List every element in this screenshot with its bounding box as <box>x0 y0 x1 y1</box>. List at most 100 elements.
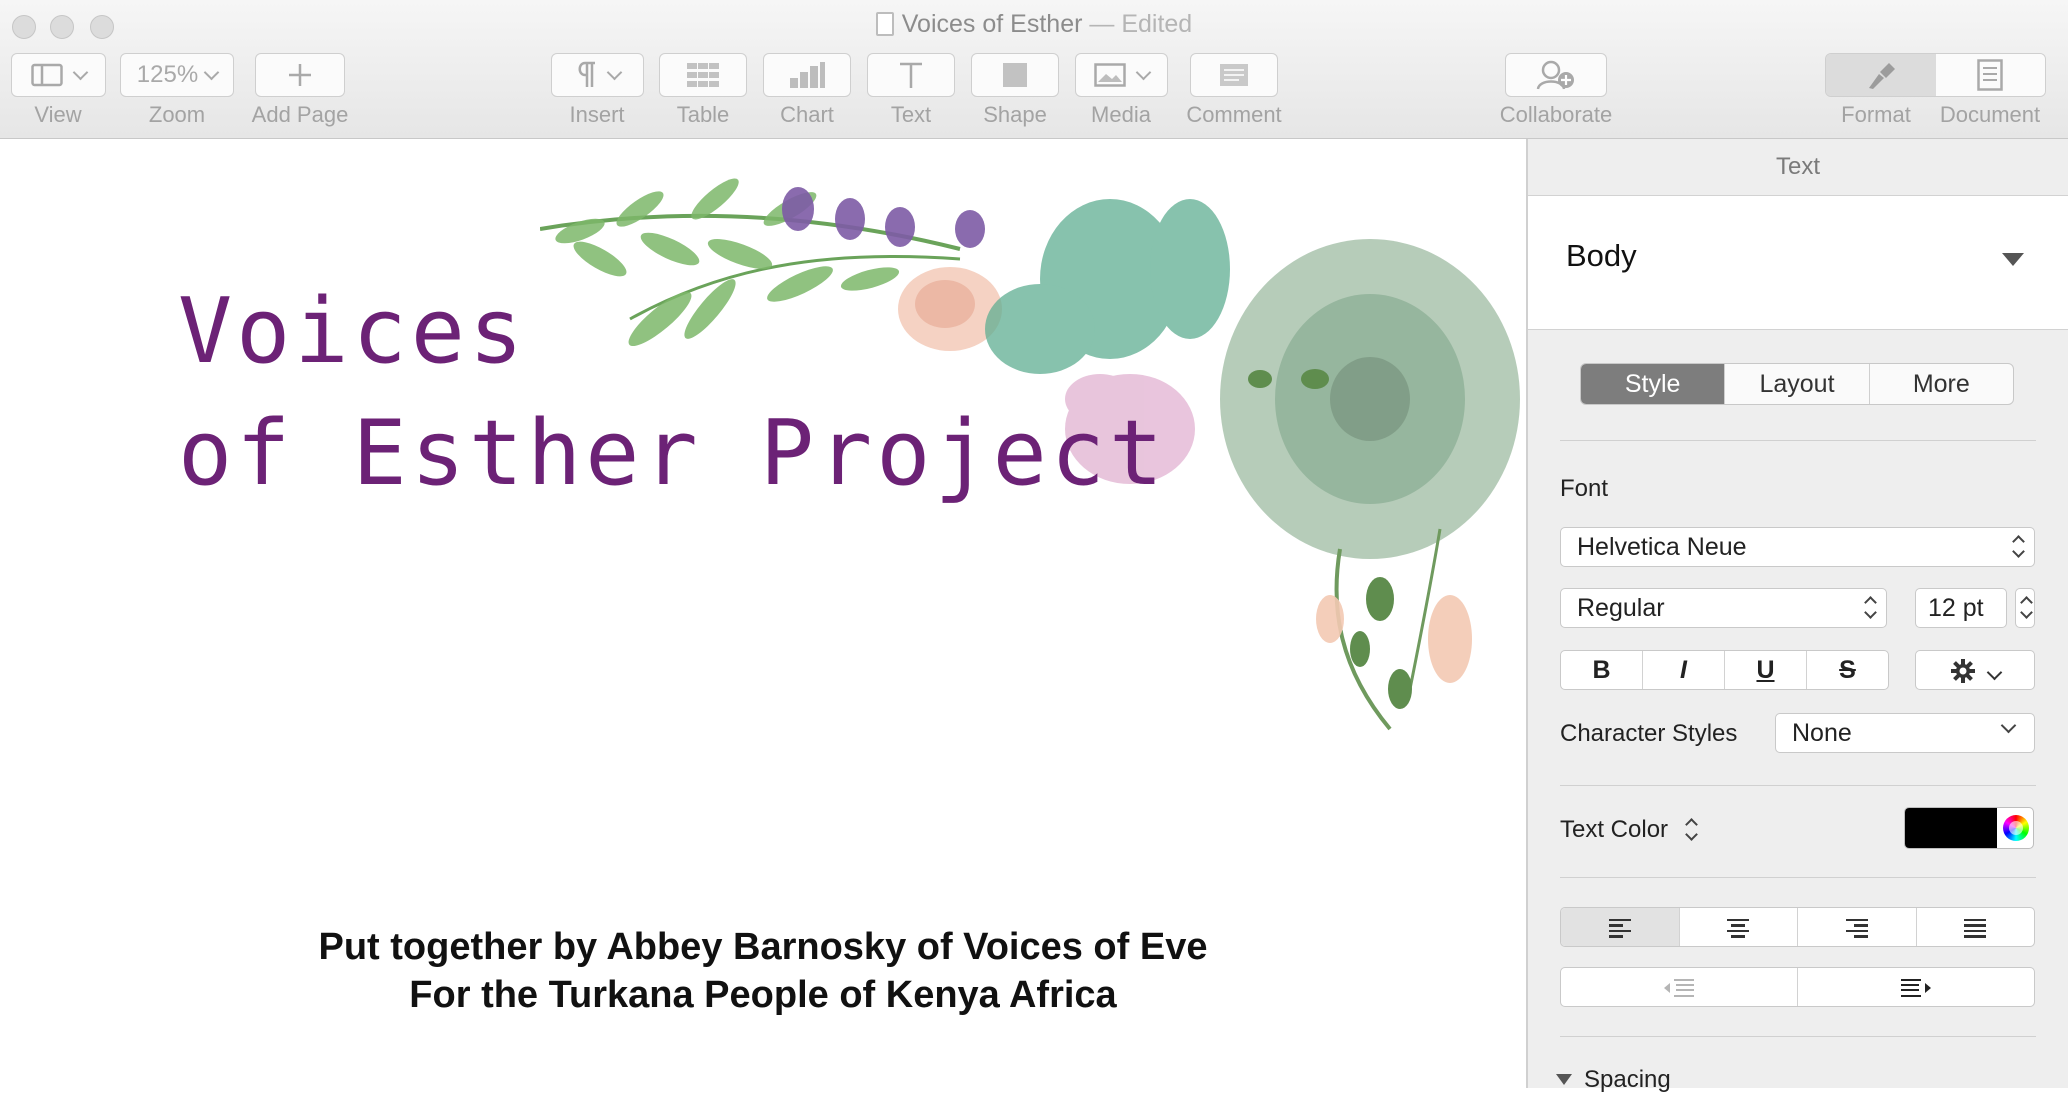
align-center-button[interactable] <box>1678 908 1798 946</box>
chevron-down-icon <box>1135 64 1152 80</box>
tab-style[interactable]: Style <box>1581 364 1725 404</box>
shape-button[interactable] <box>971 53 1059 97</box>
disclosure-triangle-icon <box>1556 1074 1572 1085</box>
comment-button[interactable] <box>1190 53 1278 97</box>
gear-dropdown <box>1916 651 2034 689</box>
chevron-down-icon <box>203 64 220 80</box>
insert-button[interactable] <box>551 53 644 97</box>
comment-icon <box>1220 64 1248 86</box>
decrease-indent-button[interactable] <box>1561 968 1797 1006</box>
table-button[interactable] <box>659 53 747 97</box>
up-down-chevron-icon <box>1864 595 1876 621</box>
plus-icon <box>289 64 311 86</box>
zoom-label: Zoom <box>148 102 206 127</box>
inspector-tabs: Style Layout More <box>1580 363 2014 405</box>
text-button[interactable] <box>867 53 955 97</box>
text-color-label[interactable]: Text Color <box>1560 816 1699 844</box>
up-down-chevron-icon <box>2020 595 2032 621</box>
add-page-label: Add Page <box>251 102 349 127</box>
document-file-icon <box>875 12 894 36</box>
collaborate-person-icon <box>1536 60 1574 90</box>
credit-line-2[interactable]: For the Turkana People of Kenya Africa <box>0 974 1526 1017</box>
font-size-stepper[interactable] <box>2015 588 2035 628</box>
paintbrush-icon <box>1868 63 1895 89</box>
font-heading: Font <box>1560 475 1609 502</box>
divider <box>1560 785 2036 786</box>
advanced-options-button[interactable] <box>1915 650 2035 690</box>
format-button[interactable] <box>1826 54 1936 96</box>
align-center-icon <box>1727 916 1750 941</box>
document-canvas[interactable]: Voices of Esther Project Put together by… <box>0 139 1526 1088</box>
strikethrough-button[interactable]: S <box>1806 651 1888 689</box>
font-family-select[interactable]: Helvetica Neue <box>1560 527 2035 567</box>
font-typeface-select[interactable]: Regular <box>1560 588 1887 628</box>
chevron-down-icon <box>1986 664 2003 681</box>
paragraph-style-selector[interactable]: Body <box>1528 196 2068 330</box>
justify-button[interactable] <box>1915 908 2035 946</box>
underline-button[interactable]: U <box>1724 651 1806 689</box>
credit-line-1[interactable]: Put together by Abbey Barnosky of Voices… <box>0 926 1526 969</box>
align-left-icon <box>1608 916 1631 941</box>
document-title-line-1[interactable]: Voices <box>178 279 527 384</box>
italic-button[interactable]: I <box>1642 651 1724 689</box>
gear-icon <box>1951 659 1976 684</box>
zoom-select[interactable]: 125% <box>120 53 234 97</box>
window-title: Voices of Esther — Edited <box>0 10 2068 39</box>
increase-indent-icon <box>1901 979 1931 998</box>
collaborate-label: Collaborate <box>1499 102 1613 127</box>
text-color-swatch[interactable] <box>1905 808 1997 848</box>
chevron-down-icon <box>72 64 89 80</box>
font-family-value: Helvetica Neue <box>1577 533 1747 561</box>
chevron-down-icon <box>2000 717 2017 734</box>
comment-label: Comment <box>1186 102 1282 127</box>
spacing-disclosure[interactable]: Spacing <box>1556 1066 1671 1094</box>
chevron-down-icon <box>606 64 623 80</box>
inspector-toggle <box>1825 53 2046 97</box>
alignment-buttons <box>1560 907 2035 947</box>
character-styles-label: Character Styles <box>1560 720 1738 747</box>
pilcrow-icon <box>578 61 595 87</box>
indent-buttons <box>1560 967 2035 1007</box>
divider <box>1560 877 2036 878</box>
divider <box>1560 440 2036 441</box>
inspector-header: Text <box>1528 139 2068 196</box>
align-right-button[interactable] <box>1797 908 1916 946</box>
bold-button[interactable]: B <box>1561 651 1642 689</box>
font-typeface-value: Regular <box>1577 594 1665 622</box>
tab-layout[interactable]: Layout <box>1724 364 1868 404</box>
increase-indent-button[interactable] <box>1797 968 2034 1006</box>
media-button[interactable] <box>1075 53 1168 97</box>
square-shape-icon <box>1003 63 1027 87</box>
text-T-icon <box>900 62 922 88</box>
chart-button[interactable] <box>763 53 851 97</box>
image-icon <box>1094 63 1126 87</box>
view-button[interactable] <box>11 53 106 97</box>
document-label: Document <box>1939 102 2041 127</box>
divider <box>1560 1036 2036 1037</box>
font-size-field[interactable]: 12 pt <box>1915 588 2007 628</box>
character-styles-select[interactable]: None <box>1775 713 2035 753</box>
add-page-button[interactable] <box>255 53 345 97</box>
zoom-value: 125% <box>136 61 199 88</box>
sidebar-view-icon <box>31 63 63 87</box>
edited-status: — Edited <box>1089 10 1193 38</box>
spacing-label: Spacing <box>1584 1066 1671 1093</box>
color-wheel-icon[interactable] <box>2003 815 2029 841</box>
table-icon <box>687 63 719 87</box>
window-title-text: Voices of Esther <box>901 10 1083 38</box>
document-title-line-2[interactable]: of Esther Project <box>178 401 1167 506</box>
text-color-label-text: Text Color <box>1560 816 1669 843</box>
up-down-chevron-icon <box>2012 534 2024 560</box>
window-toolbar: Voices of Esther — Edited View 125% Zoom… <box>0 0 2068 139</box>
decrease-indent-icon <box>1664 979 1694 998</box>
tab-more[interactable]: More <box>1868 364 2013 404</box>
font-style-buttons: B I U S <box>1560 650 1889 690</box>
bar-chart-icon <box>790 62 825 88</box>
character-styles-value: None <box>1792 719 1852 747</box>
document-button[interactable] <box>1935 54 2045 96</box>
up-down-chevron-icon <box>1683 819 1699 841</box>
collaborate-button[interactable] <box>1505 53 1607 97</box>
text-color-well[interactable] <box>1904 807 2034 849</box>
align-left-button[interactable] <box>1561 908 1679 946</box>
document-icon <box>1977 59 2003 91</box>
